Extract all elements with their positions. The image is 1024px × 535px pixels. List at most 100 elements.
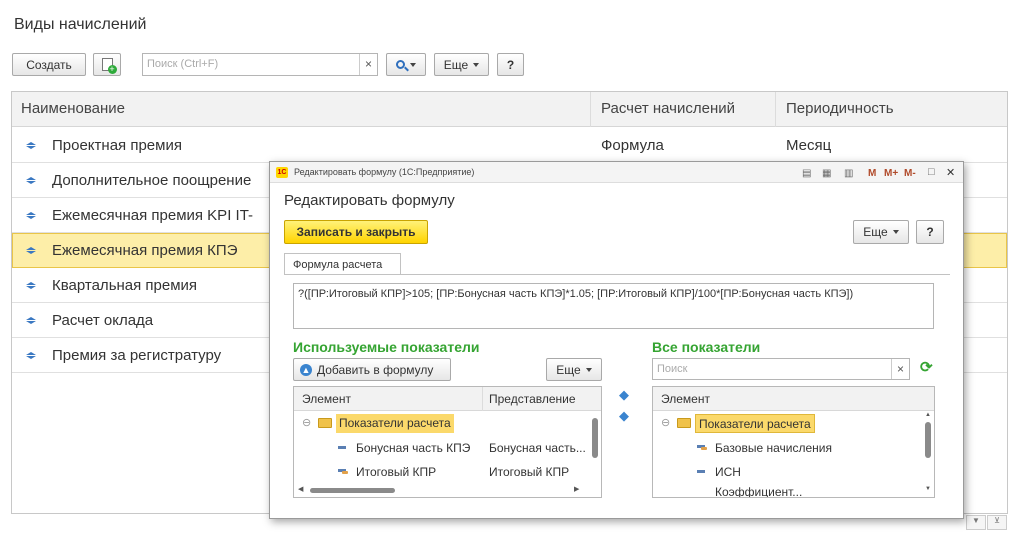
row-name: Квартальная премия: [52, 277, 198, 294]
help-button[interactable]: ?: [497, 53, 524, 76]
list-item-partial[interactable]: Коэффициент...: [653, 484, 923, 497]
item-icon: [26, 212, 37, 219]
grid-icon[interactable]: ▦: [822, 168, 831, 179]
memory-mminus-button[interactable]: M-: [904, 168, 916, 179]
attribute-icon: [697, 470, 705, 473]
vertical-scrollbar[interactable]: [590, 412, 601, 484]
more-label: Еще: [443, 57, 469, 72]
maximize-icon[interactable]: □: [928, 166, 935, 178]
chevron-down-icon: [585, 367, 592, 372]
column-header-period[interactable]: Периодичность: [786, 100, 894, 117]
formula-input[interactable]: ?([ПР:Итоговый КПР]>105; [ПР:Бонусная ча…: [293, 283, 934, 329]
item-icon: [26, 247, 37, 254]
row-period: Месяц: [786, 137, 832, 154]
used-indicators-table: Элемент Представление ⊖ Показатели расче…: [293, 386, 602, 498]
column-header-repr[interactable]: Представление: [489, 392, 576, 406]
list-item[interactable]: Бонусная часть КПЭ Бонусная часть...: [294, 436, 590, 459]
add-to-formula-label: Добавить в формулу: [317, 362, 434, 377]
item-name: ИСН: [715, 465, 741, 479]
print-icon[interactable]: ▤: [802, 168, 811, 179]
dialog-more-button[interactable]: Еще: [853, 220, 909, 244]
scroll-down-button[interactable]: ▼: [966, 515, 986, 530]
more-label: Еще: [863, 225, 888, 239]
group-label: Показатели расчета: [695, 414, 815, 433]
item-icon: [26, 282, 37, 289]
item-name: Итоговый КПР: [356, 465, 437, 479]
folder-icon: [677, 418, 691, 428]
add-to-formula-button[interactable]: ▲ Добавить в формулу: [293, 358, 451, 381]
row-name: Ежемесячная премия KPI IT-: [52, 207, 254, 224]
all-table-header: Элемент: [653, 387, 934, 411]
item-name: Бонусная часть КПЭ: [356, 441, 471, 455]
item-repr: Бонусная часть...: [489, 441, 586, 455]
copy-add-icon: +: [101, 58, 117, 74]
row-name: Премия за регистратуру: [52, 347, 222, 364]
attribute-icon: [338, 446, 346, 449]
dialog-help-button[interactable]: ?: [916, 220, 944, 244]
search-icon: [396, 60, 409, 72]
row-name: Ежемесячная премия КПЭ: [52, 242, 238, 259]
move-right-icon[interactable]: ◆: [619, 408, 633, 423]
search-input[interactable]: Поиск (Ctrl+F) ×: [142, 53, 378, 76]
column-header-element[interactable]: Элемент: [302, 392, 351, 406]
item-icon: [26, 142, 37, 149]
list-item[interactable]: Итоговый КПР Итоговый КПР: [294, 460, 590, 483]
search-placeholder: Поиск (Ctrl+F): [147, 58, 219, 70]
list-item[interactable]: Базовые начисления: [653, 436, 923, 459]
search-clear-button[interactable]: ×: [359, 54, 377, 75]
table-header: Наименование Расчет начислений Периодичн…: [12, 92, 1007, 127]
collapse-icon[interactable]: ⊖: [661, 416, 670, 429]
close-icon[interactable]: ✕: [946, 166, 955, 179]
item-name: Коэффициент...: [715, 485, 803, 497]
copy-button[interactable]: +: [93, 53, 121, 76]
key-attribute-icon: [697, 445, 707, 450]
arrow-up-icon: ▲: [300, 363, 312, 376]
chevron-down-icon: [410, 62, 416, 67]
tab-divider: [284, 274, 950, 275]
vertical-scrollbar[interactable]: ▲ ▼: [923, 412, 934, 497]
all-indicators-title: Все показатели: [652, 339, 761, 355]
chevron-down-icon: [473, 62, 480, 67]
scroll-end-button[interactable]: ⊻: [987, 515, 1007, 530]
calendar-icon[interactable]: ▥: [844, 168, 853, 179]
collapse-icon[interactable]: ⊖: [302, 416, 311, 429]
all-search-input[interactable]: Поиск ×: [652, 358, 910, 380]
column-header-name[interactable]: Наименование: [21, 100, 125, 117]
column-header-calc[interactable]: Расчет начислений: [601, 100, 735, 117]
row-calc: Формула: [601, 137, 664, 154]
column-header-element[interactable]: Элемент: [661, 392, 710, 406]
item-repr: Итоговый КПР: [489, 465, 570, 479]
all-indicators-table: Элемент ⊖ Показатели расчета Базовые нач…: [652, 386, 935, 498]
memory-m-button[interactable]: M: [868, 168, 876, 179]
create-button[interactable]: Создать: [12, 53, 86, 76]
tab-formula-label: Формула расчета: [293, 259, 383, 271]
more-label: Еще: [556, 362, 581, 377]
list-item[interactable]: ИСН: [653, 460, 923, 483]
move-left-icon[interactable]: ◆: [619, 387, 633, 402]
all-group-row[interactable]: ⊖ Показатели расчета: [653, 412, 923, 435]
formula-text: ?([ПР:Итоговый КПР]>105; [ПР:Бонусная ча…: [298, 288, 854, 300]
row-name: Проектная премия: [52, 137, 182, 154]
used-indicators-title: Используемые показатели: [293, 339, 480, 355]
used-table-header: Элемент Представление: [294, 387, 601, 411]
search-options-button[interactable]: [386, 53, 426, 76]
all-search-clear-button[interactable]: ×: [891, 359, 909, 379]
used-more-button[interactable]: Еще: [546, 358, 602, 381]
group-label: Показатели расчета: [336, 414, 454, 433]
save-and-close-button[interactable]: Записать и закрыть: [284, 220, 428, 244]
all-search-placeholder: Поиск: [657, 363, 688, 375]
table-row[interactable]: Проектная премия Формула Месяц: [12, 128, 1007, 163]
row-name: Расчет оклада: [52, 312, 154, 329]
memory-mplus-button[interactable]: M+: [884, 168, 898, 179]
horizontal-scrollbar[interactable]: ◀ ▶: [294, 484, 590, 496]
row-name: Дополнительное поощрение: [52, 172, 252, 189]
used-group-row[interactable]: ⊖ Показатели расчета: [294, 412, 590, 435]
chevron-down-icon: [892, 230, 899, 234]
tab-formula[interactable]: Формула расчета: [284, 253, 401, 275]
refresh-icon[interactable]: ⟳: [920, 358, 933, 376]
dialog-window-title: Редактировать формулу (1С:Предприятие): [294, 167, 475, 177]
dialog-titlebar: 1С Редактировать формулу (1С:Предприятие…: [270, 162, 963, 183]
more-button[interactable]: Еще: [434, 53, 489, 76]
item-icon: [26, 177, 37, 184]
key-attribute-icon: [338, 469, 348, 474]
